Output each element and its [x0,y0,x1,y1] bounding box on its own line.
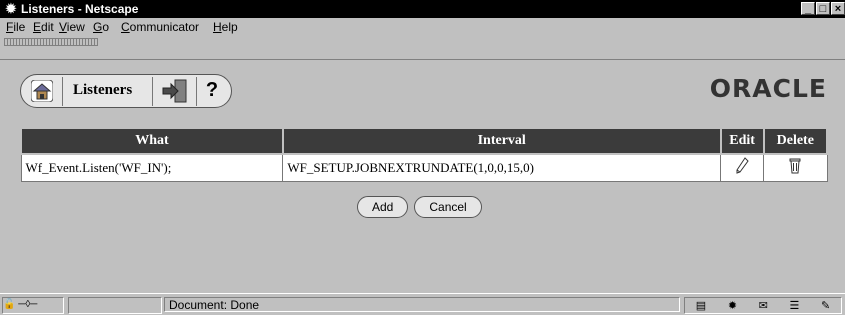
progress-bar [68,297,162,314]
column-header-edit: Edit [719,129,765,155]
cancel-button[interactable]: Cancel [414,196,482,218]
nav-divider [196,77,197,106]
title-bar: ✹ Listeners - Netscape _ □ × [0,0,845,18]
maximize-button[interactable]: □ [816,2,830,15]
table-header-row: What Interval Edit Delete [20,129,829,155]
cell-interval: WF_SETUP.JOBNEXTRUNDATE(1,0,0,15,0) [282,153,722,182]
nav-divider [62,77,63,106]
status-text: Document: Done [164,297,680,312]
discussion-icon[interactable]: ☰ [789,299,799,312]
page-title: Listeners [73,82,133,98]
menu-communicator[interactable]: Communicator [121,21,199,34]
component-icon[interactable]: ✹ [728,299,737,312]
add-button[interactable]: Add [357,196,409,218]
status-bar: 🔓 ─◊─ Document: Done ▤ ✹ ✉ ☰ ✎ [0,293,845,315]
delete-cell [763,153,828,182]
component-bar: ▤ ✹ ✉ ☰ ✎ [684,297,842,314]
table-row: Wf_Event.Listen('WF_IN'); WF_SETUP.JOBNE… [20,153,828,182]
page-content: Listeners ? ORACLE What Interval Edit De… [0,59,845,294]
column-header-interval: Interval [281,129,722,155]
toolbar-tabs [0,37,845,59]
menu-file[interactable]: File [6,21,25,34]
help-icon[interactable]: ? [201,79,223,102]
security-indicator[interactable]: 🔓 ─◊─ [2,297,64,314]
menu-view[interactable]: View [59,21,85,34]
nav-divider [152,77,153,106]
netscape-icon: ✹ [5,1,17,16]
oracle-logo: ORACLE [709,74,827,103]
exit-icon[interactable] [161,79,189,103]
composer-icon[interactable]: ✎ [821,299,830,312]
trash-icon[interactable] [788,157,802,175]
menu-go[interactable]: Go [93,21,109,34]
nav-bar: Listeners ? [20,74,232,108]
toolbar-grip[interactable] [4,38,98,46]
column-header-delete: Delete [762,129,829,155]
pencil-icon[interactable] [735,157,749,175]
button-row: Add Cancel [357,196,482,218]
close-button[interactable]: × [831,2,845,15]
list-icon[interactable]: ▤ [696,299,706,312]
home-icon[interactable] [31,80,53,102]
cell-what: Wf_Event.Listen('WF_IN'); [20,153,284,182]
column-header-what: What [20,129,284,155]
window-title: Listeners - Netscape [21,2,139,16]
edit-cell [720,153,765,182]
minimize-button[interactable]: _ [801,2,815,15]
mail-icon[interactable]: ✉ [759,299,768,312]
menu-edit[interactable]: Edit [33,21,54,34]
window-controls: _ □ × [800,2,845,16]
network-icon: ─◊─ [15,299,38,310]
listeners-table: What Interval Edit Delete Wf_Event.Liste… [20,129,829,182]
lock-icon: 🔓 [3,299,16,310]
menu-help[interactable]: Help [213,21,238,34]
menu-bar: File Edit View Go Communicator Help [0,18,845,37]
